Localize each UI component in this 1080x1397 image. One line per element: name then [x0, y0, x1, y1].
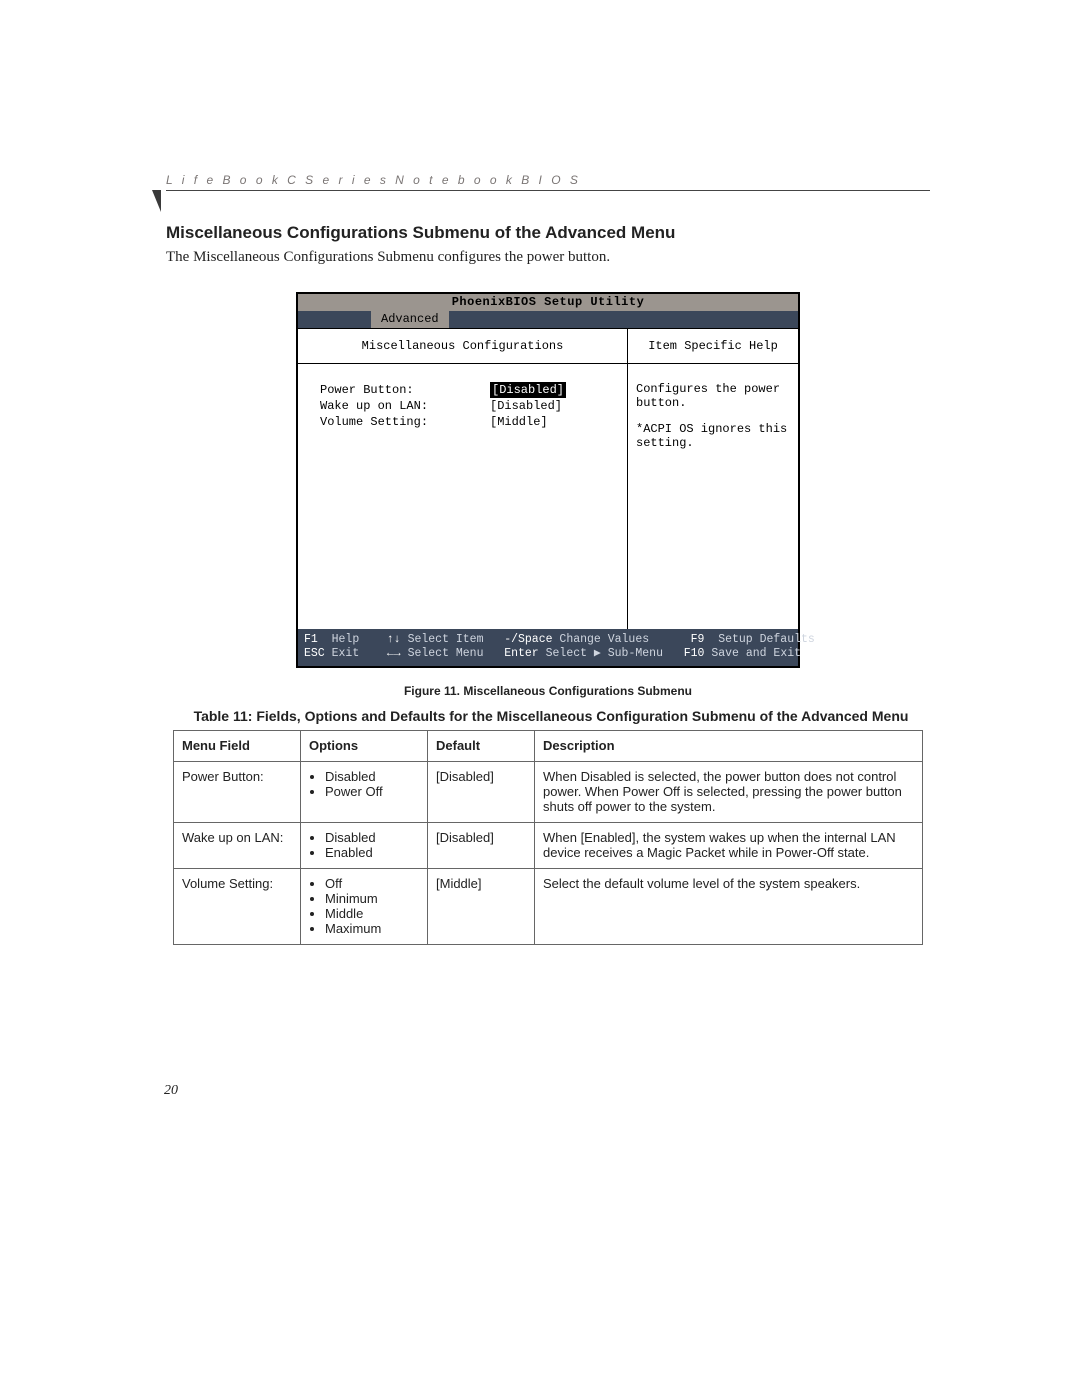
table-row: Power Button:DisabledPower Off[Disabled]… — [174, 762, 923, 823]
option-item: Disabled — [325, 769, 419, 784]
col-description: Description — [535, 731, 923, 762]
page-number: 20 — [164, 1083, 178, 1099]
cell-description: When [Enabled], the system wakes up when… — [535, 823, 923, 869]
bios-key-label: Save and Exit — [711, 647, 801, 660]
cell-menu-field: Power Button: — [174, 762, 301, 823]
bios-key-label: Select Item — [408, 633, 484, 646]
bios-key-esc: ESC — [304, 647, 325, 660]
bios-tab-advanced: Advanced — [371, 311, 449, 328]
cell-default: [Disabled] — [428, 762, 535, 823]
bios-help-text: *ACPI OS ignores this setting. — [636, 422, 790, 450]
cell-description: Select the default volume level of the s… — [535, 869, 923, 945]
col-default: Default — [428, 731, 535, 762]
cell-menu-field: Wake up on LAN: — [174, 823, 301, 869]
bios-help-text: Configures the power button. — [636, 382, 790, 410]
page: L i f e B o o k C S e r i e s N o t e b … — [0, 0, 1080, 1397]
section-tab-marker — [152, 190, 161, 212]
bios-key-label: Help — [332, 633, 360, 646]
bios-setting-label: Wake up on LAN: — [320, 398, 490, 414]
option-item: Power Off — [325, 784, 419, 799]
cell-default: [Middle] — [428, 869, 535, 945]
cell-options: DisabledPower Off — [301, 762, 428, 823]
bios-settings-list: Power Button: [Disabled] Wake up on LAN:… — [298, 364, 627, 580]
bios-key-label: Exit — [332, 647, 360, 660]
bios-tab-bar: Advanced — [298, 311, 798, 328]
bios-footer: F1 Help ↑↓ Select Item -/Space Change Va… — [298, 629, 798, 666]
bios-utility-title: PhoenixBIOS Setup Utility — [298, 294, 798, 311]
cell-description: When Disabled is selected, the power but… — [535, 762, 923, 823]
bios-key-f9: F9 — [691, 633, 705, 646]
bios-screenshot: PhoenixBIOS Setup Utility Advanced Misce… — [296, 292, 800, 668]
bios-key-minus-space: -/Space — [504, 633, 552, 646]
figure-caption: Figure 11. Miscellaneous Configurations … — [166, 684, 930, 698]
bios-key-updown: ↑↓ — [387, 633, 401, 646]
bios-submenu-title: Miscellaneous Configurations — [298, 329, 627, 364]
bios-setting-value-selected: [Disabled] — [490, 382, 566, 398]
cell-default: [Disabled] — [428, 823, 535, 869]
section-title: Miscellaneous Configurations Submenu of … — [166, 223, 930, 243]
cell-menu-field: Volume Setting: — [174, 869, 301, 945]
bios-setting-label: Volume Setting: — [320, 414, 490, 430]
table-row: Volume Setting:OffMinimumMiddleMaximum[M… — [174, 869, 923, 945]
bios-setting-row: Power Button: [Disabled] — [320, 382, 613, 398]
bios-key-label: Select Menu — [408, 647, 484, 660]
section-intro: The Miscellaneous Configurations Submenu… — [166, 249, 930, 266]
bios-setting-value: [Disabled] — [490, 398, 562, 414]
option-item: Disabled — [325, 830, 419, 845]
col-options: Options — [301, 731, 428, 762]
bios-key-f10: F10 — [684, 647, 705, 660]
bios-setting-row: Volume Setting: [Middle] — [320, 414, 613, 430]
bios-left-panel: Miscellaneous Configurations Power Butto… — [298, 329, 628, 629]
cell-options: OffMinimumMiddleMaximum — [301, 869, 428, 945]
running-head: L i f e B o o k C S e r i e s N o t e b … — [166, 173, 930, 191]
bios-key-label: Select ▶ Sub-Menu — [546, 647, 663, 660]
bios-help-title: Item Specific Help — [628, 329, 798, 364]
bios-key-label: Setup Defaults — [718, 633, 815, 646]
bios-key-f1: F1 — [304, 633, 318, 646]
cell-options: DisabledEnabled — [301, 823, 428, 869]
option-item: Maximum — [325, 921, 419, 936]
bios-setting-label: Power Button: — [320, 382, 490, 398]
col-menu-field: Menu Field — [174, 731, 301, 762]
option-item: Minimum — [325, 891, 419, 906]
bios-setting-value: [Middle] — [490, 414, 548, 430]
option-item: Middle — [325, 906, 419, 921]
table-row: Wake up on LAN:DisabledEnabled[Disabled]… — [174, 823, 923, 869]
bios-key-label: Change Values — [559, 633, 649, 646]
option-item: Off — [325, 876, 419, 891]
bios-setting-row: Wake up on LAN: [Disabled] — [320, 398, 613, 414]
option-item: Enabled — [325, 845, 419, 860]
table-caption: Table 11: Fields, Options and Defaults f… — [166, 708, 936, 724]
bios-help-panel: Item Specific Help Configures the power … — [628, 329, 798, 629]
bios-key-enter: Enter — [504, 647, 539, 660]
bios-key-leftright: ←→ — [387, 647, 401, 660]
table-header-row: Menu Field Options Default Description — [174, 731, 923, 762]
options-table: Menu Field Options Default Description P… — [173, 730, 923, 945]
